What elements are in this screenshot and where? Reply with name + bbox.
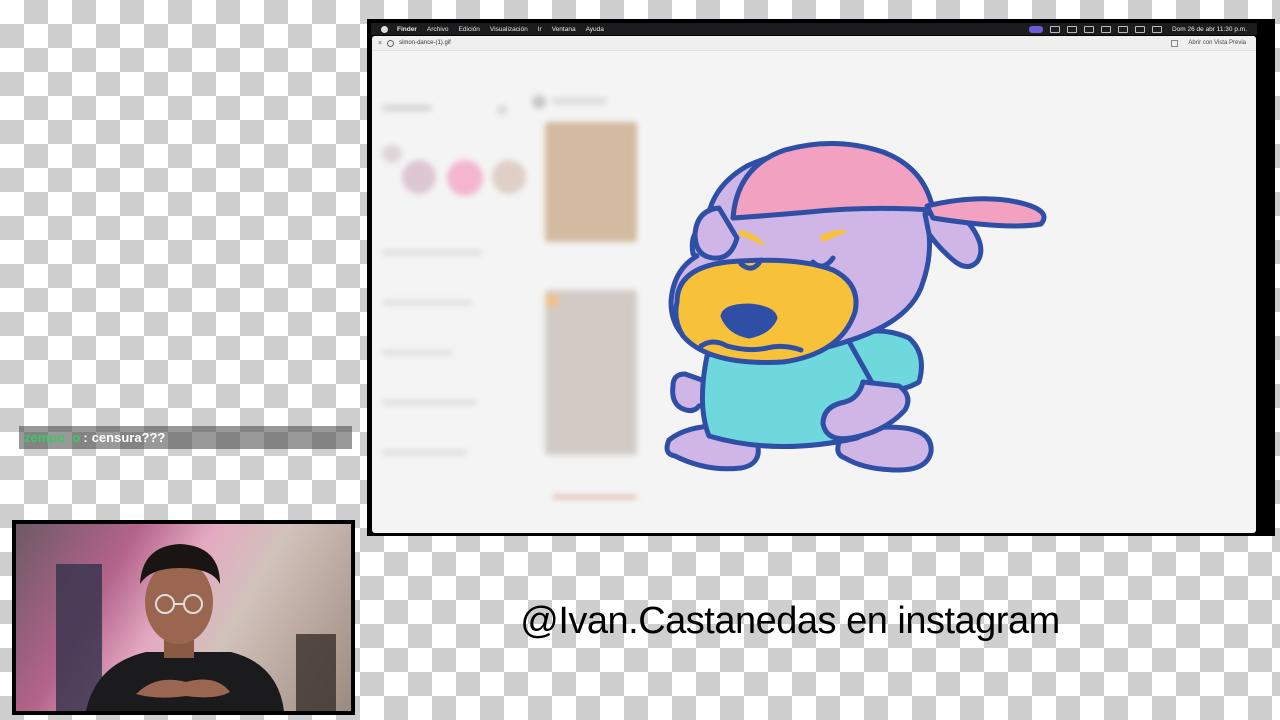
chat-text: censura??? — [91, 430, 166, 445]
streamer-silhouette — [56, 544, 336, 711]
quicklook-window: × simon-dance-(1).gif Abrir con Vista Pr… — [372, 36, 1256, 533]
chat-message: zempo_o : censura??? — [19, 426, 352, 449]
chat-separator: : — [83, 430, 88, 445]
menubar-clock[interactable]: Dom 26 de abr 11:30 p.m. — [1172, 26, 1247, 33]
keyboard-icon[interactable] — [1083, 25, 1094, 33]
menu-ventana[interactable]: Ventana — [552, 26, 576, 33]
menu-ir[interactable]: Ir — [538, 26, 542, 33]
preview-titlebar: × simon-dance-(1).gif Abrir con Vista Pr… — [372, 36, 1256, 51]
display-icon[interactable] — [1066, 25, 1077, 33]
screen-share: Finder Archivo Edición Visualización Ir … — [367, 19, 1275, 536]
webcam-feed — [12, 520, 355, 715]
screen-recording-icon[interactable] — [1028, 25, 1043, 33]
wifi-icon[interactable] — [1117, 25, 1128, 33]
share-icon[interactable] — [1171, 39, 1179, 47]
mac-menu-bar: Finder Archivo Edición Visualización Ir … — [371, 23, 1257, 35]
instagram-handle-caption: @Ivan.Castanedas en instagram — [520, 600, 1060, 642]
menu-visualizacion[interactable]: Visualización — [490, 26, 528, 33]
apple-icon[interactable] — [381, 25, 388, 33]
preview-filename: simon-dance-(1).gif — [399, 40, 451, 46]
menu-edicion[interactable]: Edición — [459, 26, 480, 33]
dog-gif-image — [664, 140, 1047, 473]
bluetooth-icon[interactable] — [1100, 25, 1111, 33]
menu-archivo[interactable]: Archivo — [427, 26, 449, 33]
chat-username: zempo_o — [24, 430, 81, 445]
battery-icon[interactable] — [1134, 25, 1145, 33]
control-center-icon[interactable] — [1151, 25, 1162, 33]
menu-ayuda[interactable]: Ayuda — [586, 26, 604, 33]
open-with-preview-button[interactable]: Abrir con Vista Previa — [1188, 40, 1246, 46]
close-icon[interactable]: × — [378, 40, 382, 47]
webcam-video — [16, 524, 351, 711]
menu-finder[interactable]: Finder — [397, 26, 417, 33]
app-status-icon[interactable] — [1049, 25, 1060, 33]
status-icons — [1028, 25, 1162, 33]
info-icon[interactable] — [387, 39, 395, 47]
